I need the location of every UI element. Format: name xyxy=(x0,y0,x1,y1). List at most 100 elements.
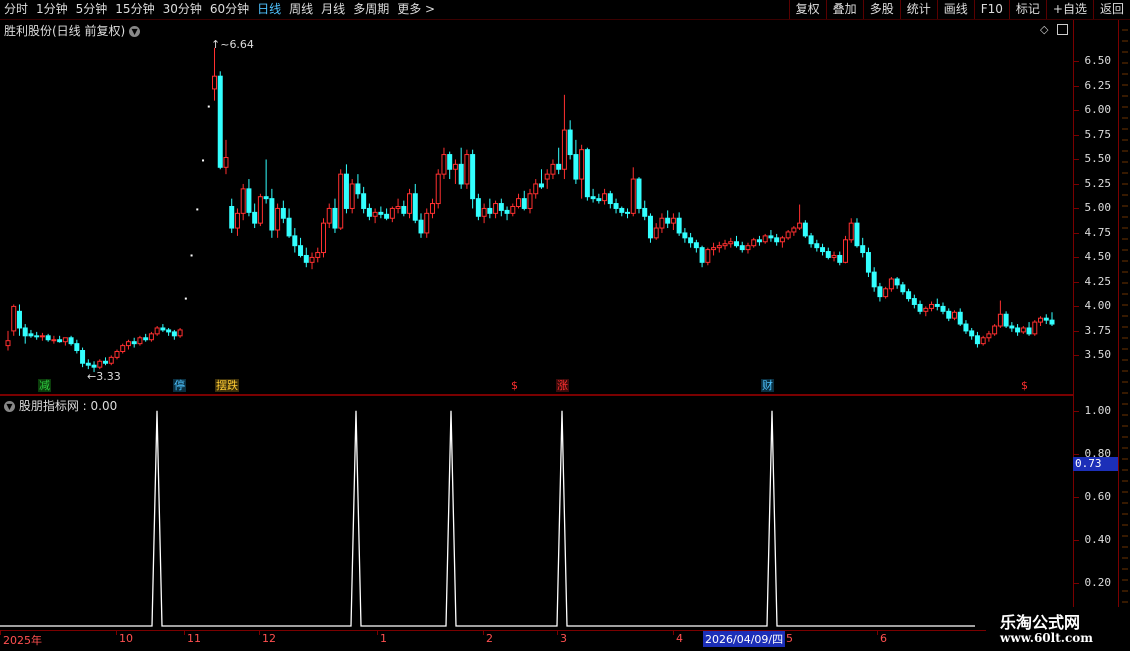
x-axis-tick xyxy=(0,631,1,635)
period-tab-4[interactable]: 30分钟 xyxy=(159,0,206,19)
price-tick-label: 3.50 xyxy=(1084,348,1112,362)
event-flag[interactable]: $ xyxy=(1020,379,1029,392)
chevron-down-icon[interactable]: ▼ xyxy=(129,26,141,37)
candle xyxy=(57,335,63,343)
candle xyxy=(980,335,986,346)
candle-body xyxy=(756,239,762,243)
candle-body xyxy=(315,252,321,258)
candle xyxy=(11,304,17,336)
candle-body xyxy=(516,198,522,207)
candle-body xyxy=(929,303,935,309)
toolbar-button-4[interactable]: 画线 xyxy=(936,0,974,19)
candle xyxy=(401,200,407,217)
period-tab-9[interactable]: 多周期 xyxy=(349,0,393,19)
candle xyxy=(326,203,332,229)
candle-body xyxy=(1003,313,1009,327)
candle xyxy=(252,203,258,229)
toolbar-button-6[interactable]: 标记 xyxy=(1008,0,1046,19)
candle-body xyxy=(80,350,86,364)
candle xyxy=(384,208,390,221)
candle xyxy=(544,169,550,189)
event-flag[interactable]: 涨 xyxy=(556,379,569,392)
price-tick-mark xyxy=(1074,183,1079,185)
toolbar-button-0[interactable]: 复权 xyxy=(788,0,826,19)
candle-body xyxy=(154,327,160,335)
candle xyxy=(705,247,711,266)
candle xyxy=(202,159,205,162)
candle xyxy=(361,186,367,214)
candle-body xyxy=(332,207,338,229)
event-flag[interactable]: $ xyxy=(510,379,519,392)
event-flag[interactable]: 摆跌 xyxy=(215,379,239,392)
panel-toggle-icon[interactable] xyxy=(1057,24,1068,35)
candle-body xyxy=(137,337,143,345)
candle xyxy=(1015,324,1021,336)
indicator-tick-label: 0.60 xyxy=(1084,489,1112,503)
toolbar-button-1[interactable]: 叠加 xyxy=(825,0,863,19)
candle xyxy=(332,198,338,233)
candle-body xyxy=(785,231,791,239)
toolbar-button-7[interactable]: +自选 xyxy=(1045,0,1093,19)
candle-body xyxy=(212,75,218,90)
candle-body xyxy=(561,129,567,170)
candle xyxy=(538,169,544,189)
period-tab-8[interactable]: 月线 xyxy=(317,0,349,19)
period-tab-10[interactable]: 更多 > xyxy=(393,0,439,19)
candle-body xyxy=(131,341,137,345)
candle-dot xyxy=(190,254,193,257)
period-tab-1[interactable]: 1分钟 xyxy=(32,0,72,19)
candle-body xyxy=(252,211,258,224)
period-tab-6[interactable]: 日线 xyxy=(253,0,285,19)
toolbar-button-2[interactable]: 多股 xyxy=(862,0,900,19)
period-tab-7[interactable]: 周线 xyxy=(285,0,317,19)
candle xyxy=(504,206,510,221)
toolbar-button-8[interactable]: 返回 xyxy=(1092,0,1130,19)
period-tab-3[interactable]: 15分钟 xyxy=(111,0,158,19)
indicator-tick-mark xyxy=(1074,410,1079,412)
diamond-icon[interactable]: ◇ xyxy=(1040,23,1048,36)
candle xyxy=(642,200,648,221)
candle xyxy=(929,301,935,312)
indicator-tick-mark xyxy=(1074,453,1079,455)
side-panel-edge[interactable] xyxy=(1118,20,1130,630)
candle-body xyxy=(349,183,355,209)
period-tab-0[interactable]: 分时 xyxy=(0,0,32,19)
watermark-title: 乐淘公式网 xyxy=(1000,613,1081,632)
event-flag[interactable]: 财 xyxy=(761,379,774,392)
candle-body xyxy=(974,335,980,345)
candle xyxy=(51,335,57,344)
period-tab-5[interactable]: 60分钟 xyxy=(206,0,253,19)
candle-body xyxy=(510,205,516,214)
x-axis-label: 11 xyxy=(187,632,201,645)
indicator-line xyxy=(0,410,975,627)
x-axis-tick xyxy=(877,631,878,635)
candle xyxy=(561,94,567,180)
period-tab-2[interactable]: 5分钟 xyxy=(72,0,112,19)
event-flag[interactable]: 减 xyxy=(38,379,51,392)
candle-dot xyxy=(202,159,205,162)
candle-body xyxy=(1015,327,1021,333)
toolbar-button-3[interactable]: 统计 xyxy=(899,0,937,19)
candle xyxy=(229,198,235,233)
candle-body xyxy=(355,183,361,195)
candle-body xyxy=(590,196,596,200)
candle xyxy=(280,200,286,224)
candle xyxy=(458,147,464,189)
candle-body xyxy=(584,149,590,198)
event-flag[interactable]: 停 xyxy=(173,379,186,392)
candle xyxy=(613,198,619,214)
candle-body xyxy=(91,364,97,368)
candle xyxy=(969,327,975,340)
candle xyxy=(974,331,980,348)
low-annotation: ←3.33 xyxy=(87,370,121,383)
candle-body xyxy=(871,271,877,288)
candle-body xyxy=(401,205,407,214)
x-axis-label: 2 xyxy=(486,632,493,645)
candle xyxy=(378,206,384,219)
indicator-chart xyxy=(0,410,975,627)
candle-body xyxy=(16,310,22,329)
candle xyxy=(1009,322,1015,332)
candle xyxy=(550,159,556,180)
candle xyxy=(97,359,103,370)
toolbar-button-5[interactable]: F10 xyxy=(973,0,1009,19)
